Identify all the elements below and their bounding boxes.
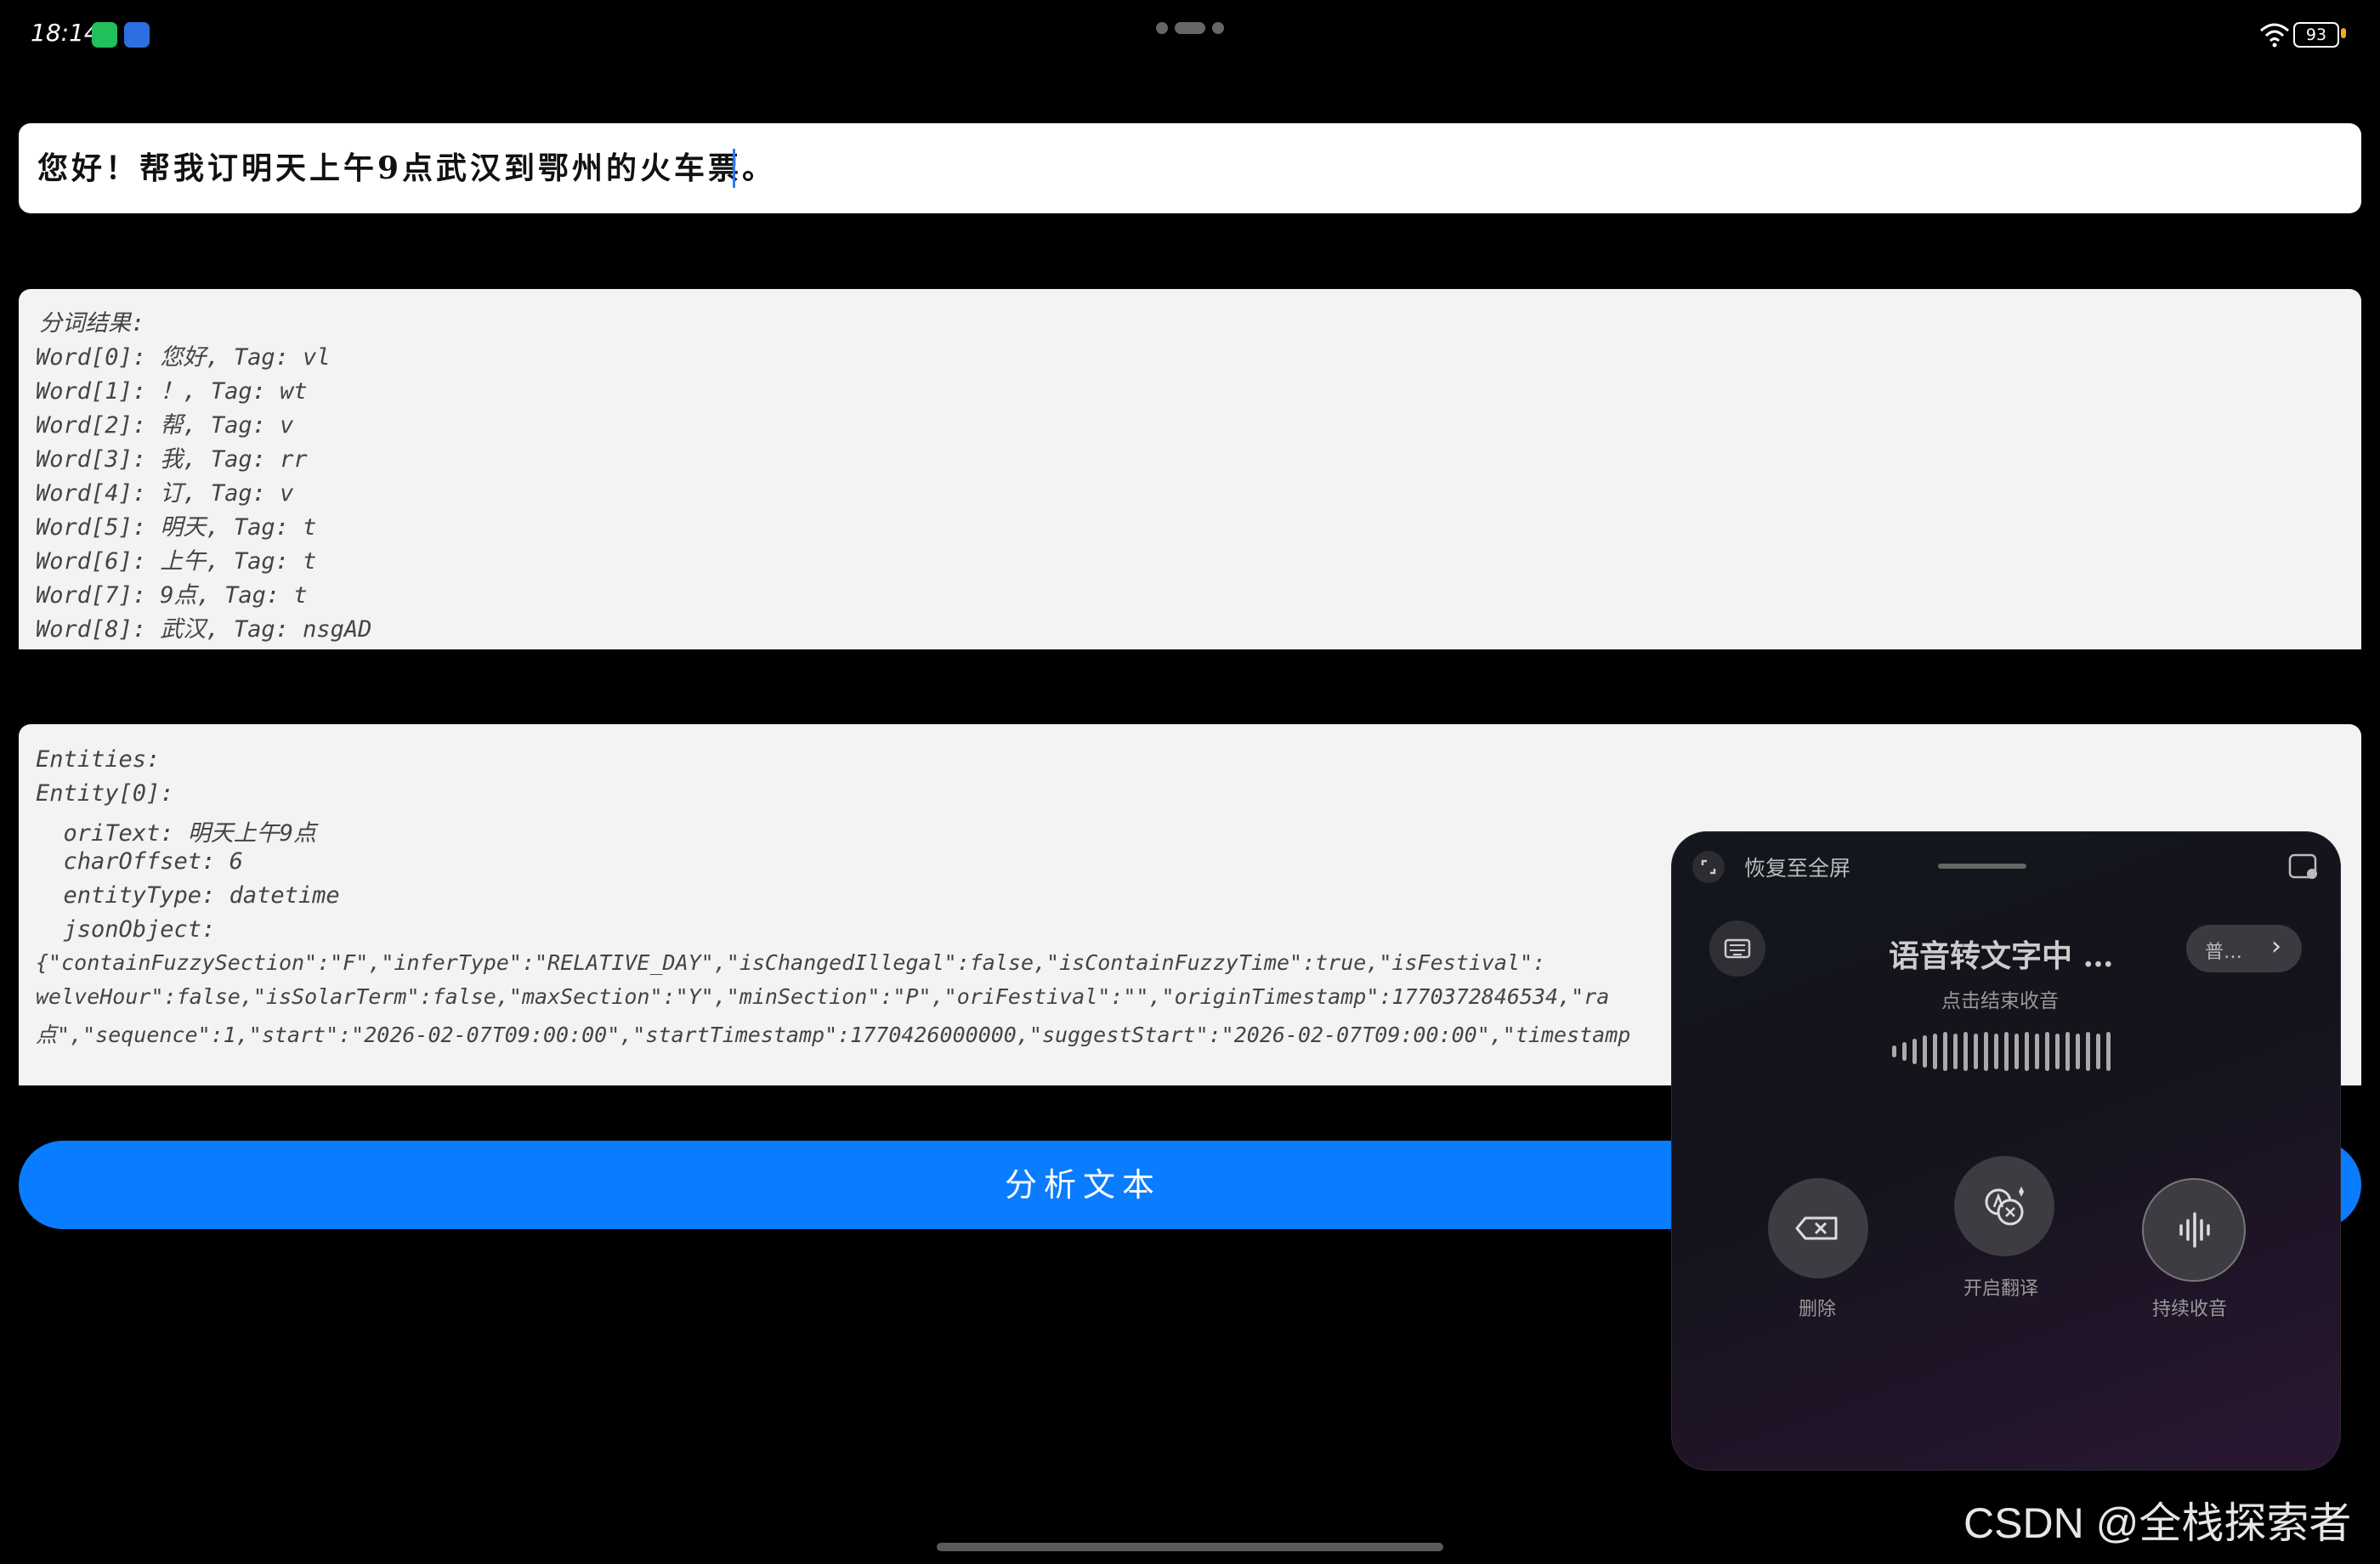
translate-icon (1985, 1187, 2024, 1226)
input-value: 您好！帮我订明天上午9点武汉到鄂州的火车票。 (37, 150, 777, 186)
entity-line: {"containFuzzySection":"F","inferType":"… (36, 950, 1546, 975)
result-line: Word[0]: 您好, Tag: vl (36, 344, 331, 371)
continuous-record-label: 持续收音 (2152, 1299, 2228, 1320)
restore-fullscreen-label[interactable]: 恢复至全屏 (1744, 852, 1850, 882)
translate-button[interactable] (1954, 1156, 2054, 1256)
entity-line: 点","sequence":1,"start":"2026-02-07T09:0… (36, 1023, 1631, 1047)
text-caret (733, 149, 735, 188)
status-time: 18:14 (31, 19, 99, 47)
language-label: 普… (2205, 942, 2243, 963)
entity-line: charOffset: 6 (36, 848, 243, 875)
watermark: CSDN @全栈探索者 (1964, 1499, 2352, 1547)
wechat-icon (92, 22, 117, 48)
delete-label: 删除 (1799, 1299, 1837, 1320)
drag-handle[interactable] (1938, 864, 2026, 869)
entity-line: Entities: (36, 746, 161, 773)
result-line: 分词结果: (39, 310, 145, 337)
battery-charging-indicator (2341, 28, 2346, 38)
keyboard-icon[interactable] (1708, 920, 1766, 978)
language-selector[interactable]: 普… › (2186, 925, 2302, 972)
analyze-button-label: 分析文本 (1005, 1166, 1162, 1204)
result-line: Word[6]: 上午, Tag: t (36, 548, 317, 575)
delete-button[interactable] (1768, 1178, 1868, 1278)
result-line: Word[2]: 帮, Tag: v (36, 412, 294, 439)
result-line: Word[1]: ！, Tag: wt (36, 378, 308, 405)
settings-icon[interactable] (2286, 852, 2320, 882)
chevron-right-icon: › (2271, 932, 2281, 961)
result-line: Word[3]: 我, Tag: rr (36, 446, 308, 473)
restore-fullscreen-icon[interactable] (1692, 850, 1726, 884)
multitask-indicator[interactable] (1156, 22, 1224, 34)
battery-icon: 93 (2293, 22, 2339, 48)
result-line: Word[8]: 武汉, Tag: nsgAD (36, 616, 372, 643)
continuous-record-button[interactable] (2142, 1178, 2246, 1282)
microphone-wave-icon (2179, 1212, 2210, 1248)
entity-line: Entity[0]: (36, 780, 174, 807)
backspace-icon (1795, 1216, 1838, 1240)
voice-status-title: 语音转文字中 … (1889, 938, 2114, 974)
audio-waveform (1892, 1032, 2122, 1071)
home-indicator[interactable] (937, 1543, 1443, 1551)
result-line: Word[5]: 明天, Tag: t (36, 514, 317, 541)
segmentation-result-panel[interactable]: 分词结果: Word[0]: 您好, Tag: vl Word[1]: ！, T… (19, 289, 2361, 649)
voice-status-subtitle[interactable]: 点击结束收音 (1941, 984, 2059, 1013)
translate-label: 开启翻译 (1964, 1278, 2039, 1300)
result-line: Word[7]: 9点, Tag: t (36, 582, 308, 609)
entity-line: jsonObject: (36, 916, 216, 943)
entity-line: welveHour":false,"isSolarTerm":false,"ma… (36, 984, 1610, 1009)
wifi-icon (2260, 23, 2289, 48)
entity-line: entityType: datetime (36, 882, 340, 909)
entity-line: oriText: 明天上午9点 (36, 820, 317, 847)
result-line: Word[4]: 订, Tag: v (36, 480, 294, 507)
text-input[interactable]: 您好！帮我订明天上午9点武汉到鄂州的火车票。 (19, 123, 2361, 213)
app-icon (124, 22, 150, 48)
